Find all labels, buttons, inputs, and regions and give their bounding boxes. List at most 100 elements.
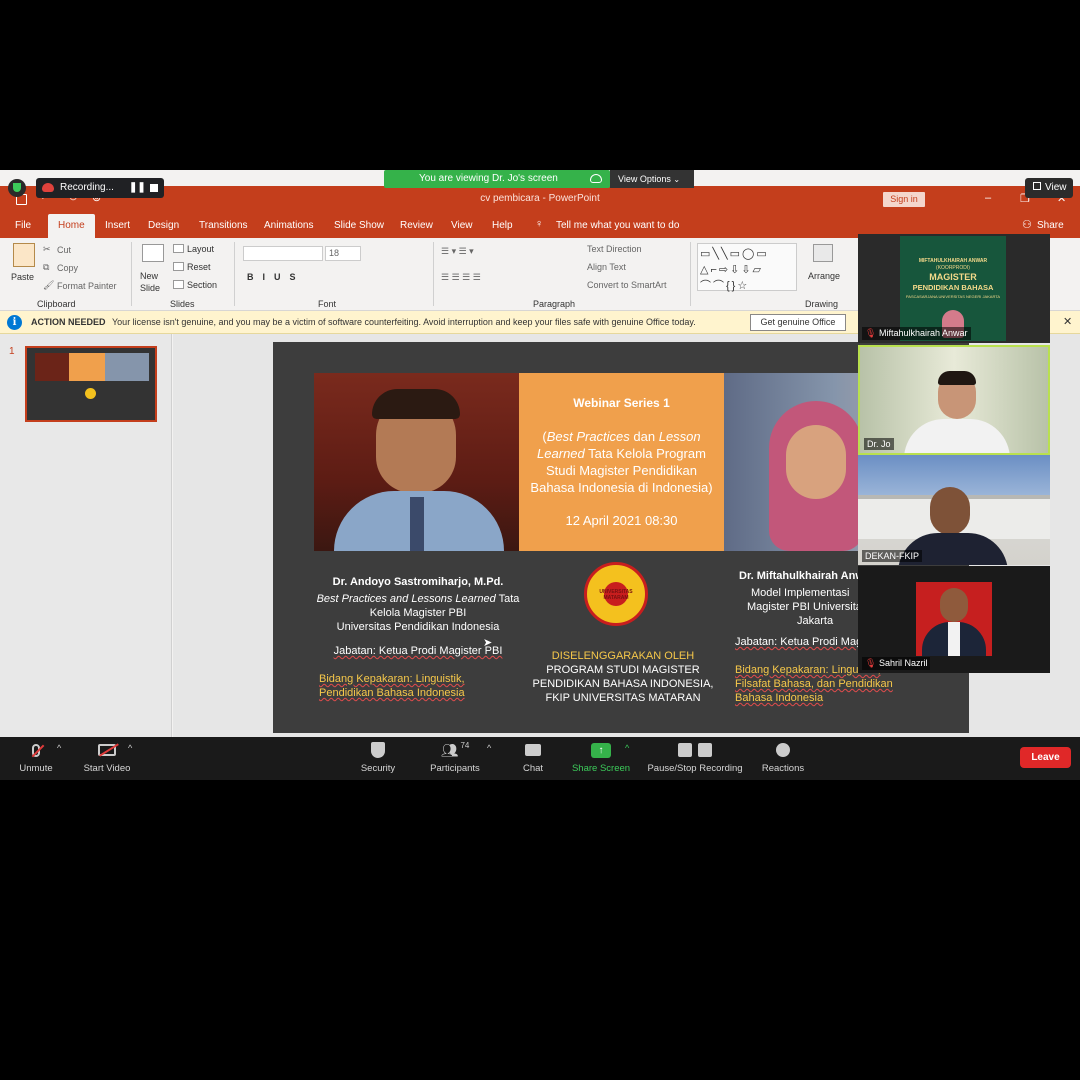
view-button-label: View <box>1045 182 1067 193</box>
tab-slide-show[interactable]: Slide Show <box>334 220 384 231</box>
layout-button[interactable]: Layout <box>187 244 214 254</box>
participants-button[interactable]: 👥︎ 74 Participants <box>424 737 486 775</box>
share-options-chevron-icon[interactable]: ^ <box>625 743 629 753</box>
tile1-line1: MIFTAHULKHAIRAH ANWAR <box>918 258 988 264</box>
tile1-name-label: Miftahulkhairah Anwar <box>878 328 968 338</box>
leave-button[interactable]: Leave <box>1020 747 1071 768</box>
align-icons[interactable]: ☰ ☰ ☰ ☰ <box>441 272 481 283</box>
webinar-title: Webinar Series 1 <box>573 396 670 410</box>
gallery-tile-2[interactable]: Dr. Jo <box>858 345 1050 455</box>
group-drawing: Drawing <box>805 299 839 309</box>
tab-file[interactable]: File <box>15 220 31 231</box>
video-options-chevron-icon[interactable]: ^ <box>128 743 132 753</box>
close-banner-icon[interactable]: ✕ <box>1063 311 1072 334</box>
font-format-buttons[interactable]: BIUS <box>247 272 305 282</box>
copy-button[interactable]: Copy <box>57 263 78 273</box>
tab-view[interactable]: View <box>451 220 473 231</box>
logo-text: UNIVERSITAS MATARAM <box>599 589 633 601</box>
tile4-shirt <box>948 622 960 656</box>
unmute-button[interactable]: Unmute <box>14 737 58 774</box>
reactions-button[interactable]: Reactions <box>758 737 808 774</box>
group-clipboard: Clipboard <box>37 299 76 309</box>
pause-recording-icon[interactable]: ❚❚ <box>129 178 146 198</box>
cut-icon: ✂ <box>43 244 51 254</box>
cloud-record-icon <box>42 183 54 192</box>
reset-icon <box>173 262 184 271</box>
speaker1-bidang: Bidang Kepakaran: Linguistik, Pendidikan… <box>319 673 465 699</box>
new-slide-button[interactable]: New Slide <box>140 270 170 294</box>
tile1-banner: MIFTAHULKHAIRAH ANWAR (KOORPRODI) MAGIST… <box>900 236 1006 341</box>
copy-icon: ⧉ <box>43 262 50 272</box>
get-genuine-office-button[interactable]: Get genuine Office <box>750 314 846 331</box>
reactions-label: Reactions <box>761 763 805 774</box>
tile2-name: Dr. Jo <box>864 438 894 450</box>
speaker1-topic-italic: Best Practices and Lessons Learned <box>316 593 496 605</box>
paste-button[interactable]: Paste <box>11 272 34 282</box>
chevron-down-icon: ⌄ <box>673 175 681 184</box>
format-painter-button[interactable]: Format Painter <box>57 281 117 291</box>
text-direction-button[interactable]: Text Direction <box>587 244 642 254</box>
security-button[interactable]: Security <box>354 737 402 774</box>
view-options-button[interactable]: View Options ⌄ <box>610 170 694 188</box>
recording-label: Recording... <box>60 182 114 193</box>
audio-options-chevron-icon[interactable]: ^ <box>57 743 61 753</box>
tile4-name: 🎙︎ Sahril Nazril <box>862 657 931 670</box>
participants-count: 74 <box>460 740 470 750</box>
speaker1-univ: Universitas Pendidikan Indonesia <box>336 621 500 633</box>
gallery-tile-4[interactable]: 🎙︎ Sahril Nazril <box>858 566 1050 673</box>
separator <box>131 242 132 306</box>
view-button[interactable]: View <box>1025 178 1073 198</box>
share-icon[interactable]: ⚇ <box>1022 218 1032 231</box>
font-size-value: 18 <box>329 248 340 258</box>
topic-normal-1: dan <box>629 429 659 444</box>
pause-stop-recording-label: Pause/Stop Recording <box>647 763 743 774</box>
organizer-block: DISELENGGARAKAN OLEH PROGRAM STUDI MAGIS… <box>518 649 728 705</box>
gallery-tile-1[interactable]: MIFTAHULKHAIRAH ANWAR (KOORPRODI) MAGIST… <box>858 234 1050 343</box>
muted-mic-icon: 🎙︎ <box>865 658 877 668</box>
reset-button[interactable]: Reset <box>187 262 211 272</box>
convert-smartart-button[interactable]: Convert to SmartArt <box>587 280 667 290</box>
cut-button[interactable]: Cut <box>57 245 71 255</box>
paste-icon[interactable] <box>13 243 35 267</box>
speaker1-jabatan: Jabatan: Ketua Prodi Magister PBI <box>333 645 503 657</box>
cloud-icon <box>590 174 602 183</box>
topic-italic-1: Best Practices <box>546 429 630 444</box>
arrange-button[interactable]: Arrange <box>808 271 840 281</box>
sign-in-button[interactable]: Sign in <box>883 192 925 207</box>
video-off-icon <box>98 743 119 757</box>
gallery-tile-3[interactable]: DEKAN-FKIP <box>858 455 1050 565</box>
tab-home[interactable]: Home <box>48 214 95 238</box>
tile1-name: 🎙︎ Miftahulkhairah Anwar <box>862 327 971 340</box>
stop-recording-icon[interactable] <box>150 184 158 192</box>
arrange-icon[interactable] <box>813 244 833 262</box>
chat-button[interactable]: Chat <box>515 737 551 774</box>
participants-options-chevron-icon[interactable]: ^ <box>487 743 491 753</box>
new-slide-icon[interactable] <box>142 244 164 262</box>
bullets-icon[interactable]: ☰ ▾ ☰ ▾ <box>441 246 474 257</box>
university-logo: UNIVERSITAS MATARAM <box>584 562 648 626</box>
participants-label: Participants <box>430 763 480 774</box>
tab-transitions[interactable]: Transitions <box>199 220 248 231</box>
share-button[interactable]: Share <box>1037 220 1064 231</box>
section-button[interactable]: Section <box>187 280 217 290</box>
screen-share: ↶ ↻ ⊚ cv pembicara - PowerPoint Sign in … <box>0 170 1080 780</box>
zoom-control-bar: Unmute ^ Start Video ^ Security 👥︎ 74 Par… <box>0 737 1080 780</box>
thumb-orange-box <box>69 353 105 381</box>
tab-animations[interactable]: Animations <box>264 220 313 231</box>
minimize-icon[interactable]: – <box>985 192 991 204</box>
security-shield-icon[interactable] <box>8 179 26 197</box>
muted-microphone-icon <box>31 743 45 757</box>
tab-help[interactable]: Help <box>492 220 513 231</box>
tab-design[interactable]: Design <box>148 220 179 231</box>
tell-me-search[interactable]: Tell me what you want to do <box>556 220 679 231</box>
organizer-line1: PROGRAM STUDI MAGISTER <box>546 664 700 676</box>
tab-review[interactable]: Review <box>400 220 433 231</box>
pause-stop-recording-button[interactable]: Pause/Stop Recording <box>644 737 746 774</box>
speaker1-name: Dr. Andoyo Sastromiharjo, M.Pd. <box>332 576 504 588</box>
slide-thumbnail[interactable] <box>25 346 157 422</box>
unmute-label: Unmute <box>19 763 53 774</box>
tab-insert[interactable]: Insert <box>105 220 130 231</box>
font-name-select[interactable] <box>243 246 323 261</box>
start-video-label: Start Video <box>83 763 131 774</box>
align-text-button[interactable]: Align Text <box>587 262 626 272</box>
